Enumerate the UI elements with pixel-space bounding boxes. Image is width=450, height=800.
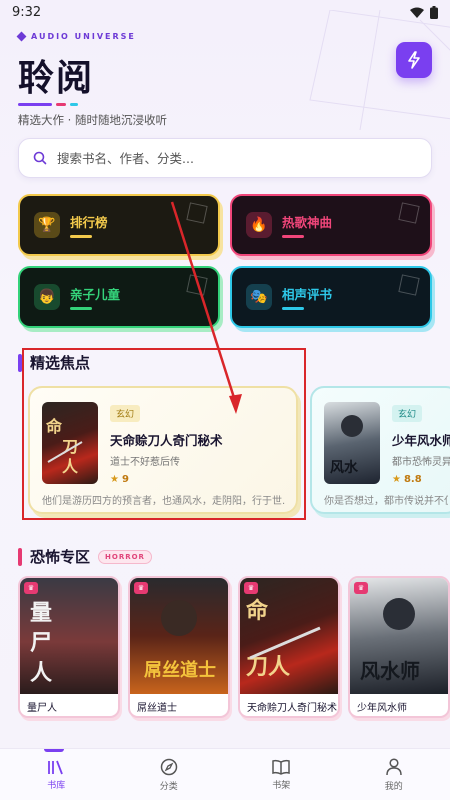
bottom-nav: 书库 分类 书架 我的	[0, 748, 450, 800]
app-title: 聆阅	[18, 57, 95, 99]
book-title: 少年风水师	[357, 703, 407, 714]
category-label: 热歌神曲	[282, 215, 333, 231]
star-icon: ★	[392, 474, 401, 485]
header: AUDIO UNIVERSE 聆阅 精选大作 · 随时随地沉浸收听	[16, 31, 438, 128]
brand-tag-text: AUDIO UNIVERSE	[31, 32, 136, 41]
svg-text:命: 命	[246, 598, 269, 624]
star-icon: ★	[110, 474, 119, 485]
nav-label: 分类	[159, 781, 178, 792]
category-label: 亲子儿童	[70, 287, 121, 303]
lightning-button[interactable]	[396, 42, 432, 78]
book-title: 少年风水师	[392, 433, 450, 448]
person-icon	[386, 757, 402, 775]
section-title: 精选焦点	[30, 354, 91, 372]
book-title: 天命赊刀人奇门秘术	[247, 703, 337, 714]
book-description: 他们是游历四方的预言者，也通风水，走阴阳，行于世...	[42, 496, 286, 507]
svg-text:命: 命	[45, 417, 63, 436]
compass-icon	[160, 758, 177, 775]
book-cover: ♛ 风水师	[350, 578, 448, 694]
svg-text:尸: 尸	[30, 630, 52, 656]
nav-label: 我的	[384, 781, 403, 792]
featured-card[interactable]: 风水 玄幻 少年风水师 都市恐怖灵异 ★ 8.8 你是否想过，都市传说并不仅	[310, 386, 450, 514]
section-title: 恐怖专区	[30, 548, 91, 566]
brand-tag: AUDIO UNIVERSE	[16, 31, 438, 42]
featured-section-header: 精选焦点	[18, 352, 90, 373]
genre-tag: 玄幻	[392, 405, 423, 422]
title-accent-bars	[18, 103, 438, 106]
book-cover: ♛ 量 尸 人	[20, 578, 118, 694]
crown-icon: ♛	[354, 582, 368, 594]
horror-book-card[interactable]: ♛ 命 刀人 天命赊刀人奇门秘术	[238, 576, 340, 718]
category-ranking[interactable]: 🏆 排行榜	[18, 194, 220, 256]
svg-text:屌丝道士: 屌丝道士	[144, 659, 216, 681]
category-label: 相声评书	[282, 287, 333, 303]
nav-item-profile[interactable]: 我的	[354, 757, 434, 792]
mask-icon: 🎭	[246, 284, 272, 310]
svg-text:风水: 风水	[330, 459, 359, 476]
book-icon	[272, 759, 290, 775]
nav-label: 书架	[272, 780, 291, 791]
trophy-icon: 🏆	[34, 212, 60, 238]
battery-icon	[430, 5, 438, 19]
search-icon	[33, 151, 47, 165]
rating-value: 8.8	[403, 474, 422, 485]
horror-section-header: 恐怖专区 HORROR	[18, 546, 152, 567]
status-time: 9:32	[12, 4, 42, 20]
book-cover: 命 刀 人	[42, 402, 98, 484]
horror-book-card[interactable]: ♛ 屌丝道士 屌丝道士	[128, 576, 230, 718]
horror-book-card[interactable]: ♛ 风水师 少年风水师	[348, 576, 450, 718]
category-kids[interactable]: 👦 亲子儿童	[18, 266, 220, 328]
book-cover: ♛ 屌丝道士	[130, 578, 228, 694]
svg-text:风水师: 风水师	[360, 659, 420, 683]
book-title: 屌丝道士	[137, 703, 177, 714]
lightning-icon	[408, 51, 420, 69]
status-icons	[410, 5, 438, 19]
search-input[interactable]	[57, 150, 397, 166]
nav-item-category[interactable]: 分类	[129, 758, 209, 792]
featured-card[interactable]: 命 刀 人 玄幻 天命赊刀人奇门秘术 道士不好惹后传 ★ 9 他们是游历四方的预…	[28, 386, 298, 514]
nav-label: 书库	[47, 780, 66, 791]
rating-value: 9	[121, 474, 129, 485]
book-description: 你是否想过，都市传说并不仅	[324, 496, 448, 507]
category-label: 排行榜	[70, 215, 108, 231]
child-icon: 👦	[34, 284, 60, 310]
category-hot-songs[interactable]: 🔥 热歌神曲	[230, 194, 432, 256]
book-cover: ♛ 命 刀人	[240, 578, 338, 694]
book-title: 量尸人	[27, 703, 57, 714]
nav-item-bookshelf[interactable]: 书架	[241, 759, 321, 791]
wifi-icon	[410, 7, 424, 18]
svg-text:人: 人	[62, 457, 79, 476]
diamond-icon	[16, 31, 27, 42]
crown-icon: ♛	[244, 582, 258, 594]
horror-badge: HORROR	[98, 549, 152, 564]
library-icon	[48, 760, 64, 774]
horror-book-card[interactable]: ♛ 量 尸 人 量尸人	[18, 576, 120, 718]
nav-item-library[interactable]: 书库	[16, 759, 96, 791]
book-author: 都市恐怖灵异	[392, 457, 450, 468]
subtitle: 精选大作 · 随时随地沉浸收听	[18, 113, 167, 127]
book-title: 天命赊刀人奇门秘术	[110, 433, 223, 448]
status-bar: 9:32	[0, 0, 450, 24]
category-crosstalk[interactable]: 🎭 相声评书	[230, 266, 432, 328]
book-cover: 风水	[324, 402, 380, 484]
book-rating: ★ 8.8	[392, 474, 448, 485]
genre-tag: 玄幻	[110, 405, 141, 422]
book-rating: ★ 9	[110, 474, 286, 485]
search-box[interactable]	[18, 138, 432, 178]
crown-icon: ♛	[134, 582, 148, 594]
book-author: 道士不好惹后传	[110, 457, 180, 468]
nav-active-indicator	[44, 749, 64, 752]
svg-text:人: 人	[30, 660, 52, 686]
crown-icon: ♛	[24, 582, 38, 594]
fire-icon: 🔥	[246, 212, 272, 238]
svg-text:量: 量	[30, 600, 52, 626]
